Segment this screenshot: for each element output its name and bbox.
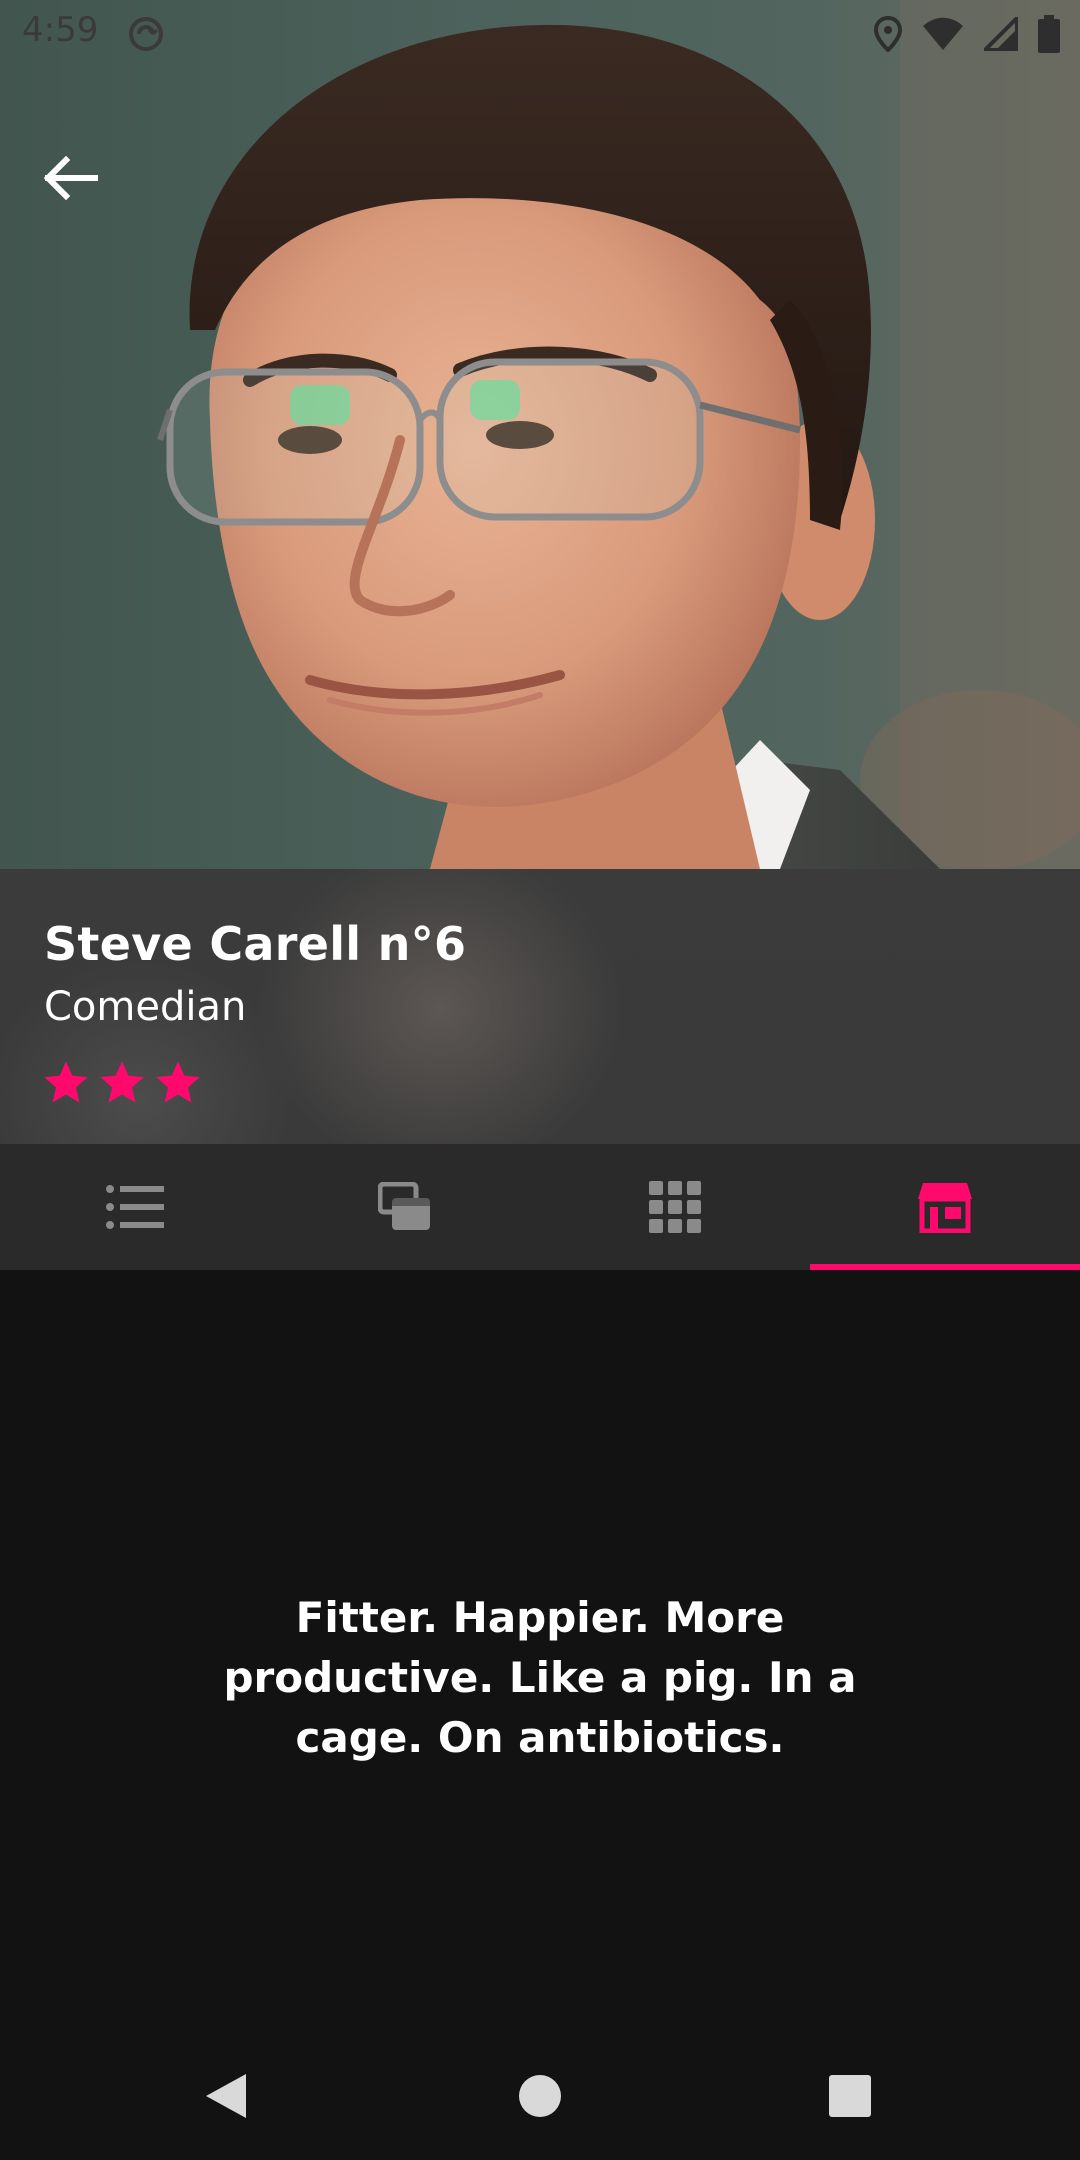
- rating-stars: [40, 1057, 204, 1109]
- profile-name: Steve Carell n°6: [44, 917, 467, 971]
- sync-icon: [129, 17, 163, 51]
- triangle-back-icon: [206, 2074, 246, 2118]
- status-icons: [874, 14, 1060, 54]
- list-icon: [106, 1185, 164, 1229]
- profile-role: Comedian: [44, 984, 247, 1030]
- nav-recents-button[interactable]: [820, 2066, 880, 2126]
- tab-bar: [0, 1144, 1080, 1270]
- profile-screen: 4:59 Steve Carell n°6 Comedian Fitter. H…: [0, 0, 1080, 2160]
- grid-icon: [649, 1181, 701, 1233]
- location-icon: [874, 16, 902, 52]
- status-bar: 4:59: [0, 0, 1080, 66]
- back-button[interactable]: [32, 140, 108, 216]
- hero-photo: 4:59: [0, 0, 1080, 869]
- arrow-back-icon: [43, 156, 98, 200]
- wifi-icon: [923, 17, 963, 50]
- tab-store[interactable]: [810, 1144, 1080, 1270]
- system-nav-bar: [0, 2030, 1080, 2160]
- battery-icon: [1038, 15, 1060, 53]
- store-icon: [918, 1183, 972, 1233]
- star-icon: [156, 1061, 200, 1103]
- star-icon: [44, 1061, 88, 1103]
- nav-back-button[interactable]: [196, 2066, 256, 2126]
- profile-info-panel: Steve Carell n°6 Comedian: [0, 869, 1080, 1144]
- nav-home-button[interactable]: [510, 2066, 570, 2126]
- status-time: 4:59: [22, 10, 99, 50]
- tab-list[interactable]: [0, 1144, 270, 1270]
- circle-home-icon: [519, 2075, 561, 2117]
- tab-grid[interactable]: [540, 1144, 810, 1270]
- signal-icon: [984, 17, 1018, 51]
- star-icon: [100, 1061, 144, 1103]
- tab-cards[interactable]: [270, 1144, 540, 1270]
- square-recents-icon: [829, 2075, 871, 2117]
- tab-content: Fitter. Happier. More productive. Like a…: [0, 1270, 1080, 2030]
- cards-icon: [378, 1182, 430, 1230]
- quote-text: Fitter. Happier. More productive. Like a…: [223, 1593, 857, 1762]
- portrait-photo: [157, 0, 1080, 869]
